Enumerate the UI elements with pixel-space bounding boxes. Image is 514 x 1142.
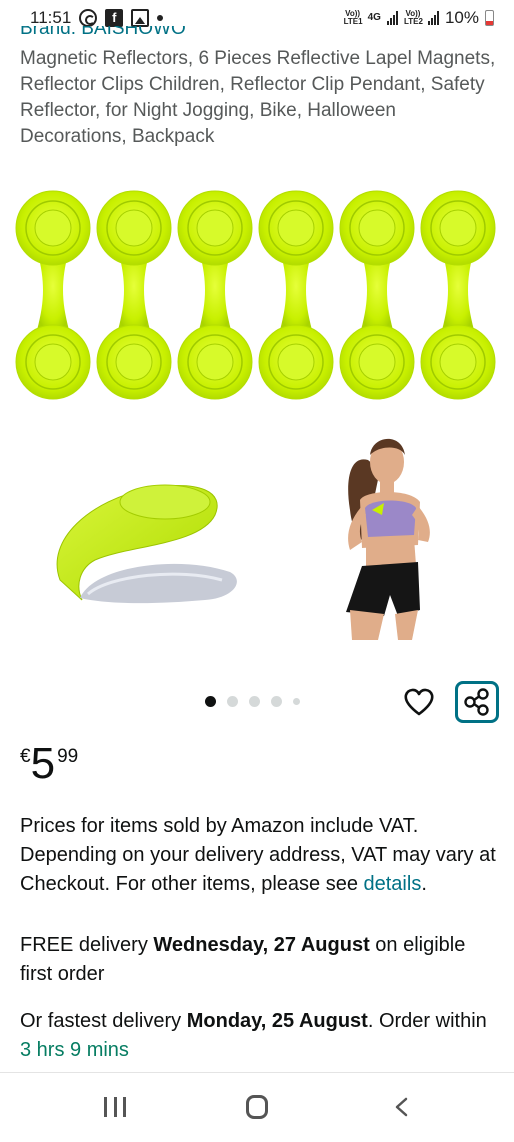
navigation-bar [0,1072,514,1142]
brand-link[interactable]: Brand: BAISHOWO [20,26,320,40]
jogging-woman [346,438,430,640]
image-dot[interactable] [293,698,300,705]
brand-label: Brand: BAISHOWO [20,26,186,39]
reflector-piece [96,190,172,400]
share-icon [464,688,489,716]
reflector-piece [339,190,415,400]
reflector-group [15,190,496,400]
recent-apps-icon[interactable] [104,1097,126,1117]
free-delivery-date: Wednesday, 27 August [153,934,370,956]
battery-icon [485,10,494,26]
reflector-piece [15,190,91,400]
image-pagination [205,696,300,707]
price-currency: € [20,746,31,767]
vat-details-link[interactable]: details [364,873,422,895]
home-icon[interactable] [246,1095,268,1119]
fast-delivery-mid: . Order within [367,1010,487,1032]
sim1-label: Vo)) LTE1 [343,9,363,26]
signal-bars-2-icon [427,11,439,25]
reflector-piece [177,190,253,400]
facebook-icon: f [105,9,124,27]
dot-icon [157,15,164,21]
status-right: Vo)) LTE1 4G Vo)) LTE2 10% [344,8,494,28]
product-title: Magnetic Reflectors, 6 Pieces Reflective… [20,48,496,147]
price-fraction: 99 [57,746,79,767]
fastest-delivery-message: Or fastest delivery Monday, 25 August. O… [20,1007,496,1065]
image-dot[interactable] [205,696,216,707]
fast-delivery-prefix: Or fastest delivery [20,1010,187,1032]
image-dot[interactable] [249,696,260,707]
vat-end: . [421,873,427,895]
image-dot[interactable] [227,696,238,707]
wishlist-button[interactable] [398,681,440,723]
reflector-piece [420,190,496,400]
share-button[interactable] [455,681,499,723]
heart-icon [404,688,434,716]
price-whole: 5 [30,739,56,788]
free-delivery-message: FREE delivery Wednesday, 27 August on el… [20,931,496,989]
whatsapp-icon [79,9,98,27]
clock: 11:51 [30,8,72,27]
battery-percent: 10% [444,8,479,27]
sim2-label: Vo)) LTE2 [403,9,423,26]
vat-notice: Prices for items sold by Amazon include … [20,812,496,899]
signal-bars-1-icon [386,11,398,25]
delivery-countdown: 3 hrs 9 mins [20,1039,129,1061]
fast-delivery-date: Monday, 25 August [186,1010,368,1032]
product-image[interactable] [0,170,514,650]
status-left: 11:51 f [30,8,164,28]
reflector-piece [258,190,334,400]
price: € 5 99 [20,740,78,788]
clip-reflector [56,484,237,604]
network-type: 4G [367,12,381,23]
back-icon[interactable] [394,1097,408,1117]
free-delivery-prefix: FREE delivery [20,934,154,956]
image-dot[interactable] [271,696,282,707]
gallery-icon [131,9,150,27]
